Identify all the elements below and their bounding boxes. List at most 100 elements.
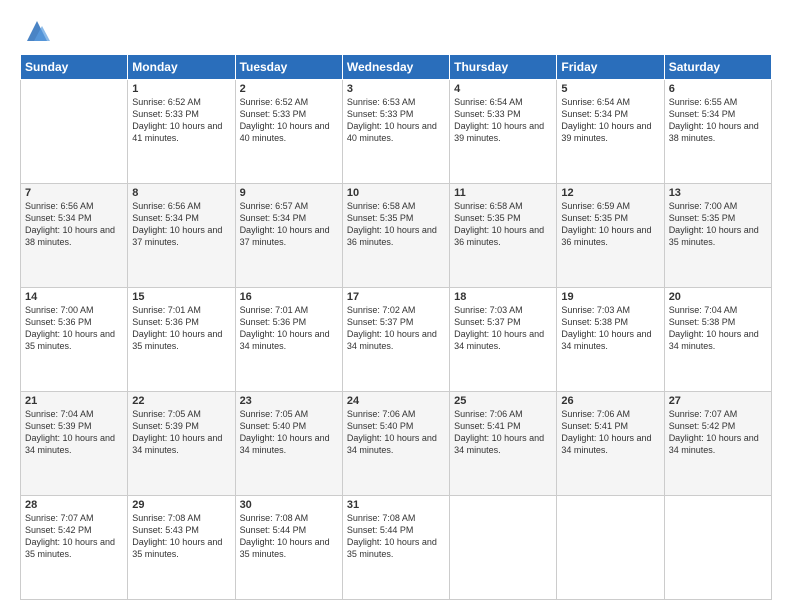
- day-info: Sunrise: 7:05 AMSunset: 5:39 PMDaylight:…: [132, 408, 230, 457]
- weekday-header: Monday: [128, 55, 235, 80]
- calendar-cell: 20Sunrise: 7:04 AMSunset: 5:38 PMDayligh…: [664, 288, 771, 392]
- day-number: 19: [561, 291, 659, 303]
- calendar-cell: 1Sunrise: 6:52 AMSunset: 5:33 PMDaylight…: [128, 80, 235, 184]
- day-number: 28: [25, 499, 123, 511]
- day-number: 22: [132, 395, 230, 407]
- calendar-cell: 30Sunrise: 7:08 AMSunset: 5:44 PMDayligh…: [235, 496, 342, 600]
- weekday-header: Tuesday: [235, 55, 342, 80]
- weekday-header: Friday: [557, 55, 664, 80]
- day-info: Sunrise: 7:07 AMSunset: 5:42 PMDaylight:…: [669, 408, 767, 457]
- day-info: Sunrise: 6:58 AMSunset: 5:35 PMDaylight:…: [347, 200, 445, 249]
- calendar-cell: 11Sunrise: 6:58 AMSunset: 5:35 PMDayligh…: [450, 184, 557, 288]
- day-number: 21: [25, 395, 123, 407]
- calendar-cell: 10Sunrise: 6:58 AMSunset: 5:35 PMDayligh…: [342, 184, 449, 288]
- calendar-table: SundayMondayTuesdayWednesdayThursdayFrid…: [20, 54, 772, 600]
- day-info: Sunrise: 7:06 AMSunset: 5:41 PMDaylight:…: [454, 408, 552, 457]
- calendar-cell: 4Sunrise: 6:54 AMSunset: 5:33 PMDaylight…: [450, 80, 557, 184]
- calendar-cell: 23Sunrise: 7:05 AMSunset: 5:40 PMDayligh…: [235, 392, 342, 496]
- day-number: 5: [561, 83, 659, 95]
- day-info: Sunrise: 7:03 AMSunset: 5:37 PMDaylight:…: [454, 304, 552, 353]
- calendar-cell: 24Sunrise: 7:06 AMSunset: 5:40 PMDayligh…: [342, 392, 449, 496]
- calendar-week-row: 28Sunrise: 7:07 AMSunset: 5:42 PMDayligh…: [21, 496, 772, 600]
- calendar-cell: 19Sunrise: 7:03 AMSunset: 5:38 PMDayligh…: [557, 288, 664, 392]
- day-info: Sunrise: 7:07 AMSunset: 5:42 PMDaylight:…: [25, 512, 123, 561]
- calendar-cell: 31Sunrise: 7:08 AMSunset: 5:44 PMDayligh…: [342, 496, 449, 600]
- calendar-week-row: 1Sunrise: 6:52 AMSunset: 5:33 PMDaylight…: [21, 80, 772, 184]
- day-info: Sunrise: 7:01 AMSunset: 5:36 PMDaylight:…: [132, 304, 230, 353]
- calendar-header-row: SundayMondayTuesdayWednesdayThursdayFrid…: [21, 55, 772, 80]
- weekday-header: Wednesday: [342, 55, 449, 80]
- day-number: 11: [454, 187, 552, 199]
- day-info: Sunrise: 6:56 AMSunset: 5:34 PMDaylight:…: [132, 200, 230, 249]
- weekday-header: Saturday: [664, 55, 771, 80]
- calendar-cell: [450, 496, 557, 600]
- calendar-cell: 3Sunrise: 6:53 AMSunset: 5:33 PMDaylight…: [342, 80, 449, 184]
- day-number: 20: [669, 291, 767, 303]
- header: [20, 16, 772, 46]
- day-info: Sunrise: 6:52 AMSunset: 5:33 PMDaylight:…: [240, 96, 338, 145]
- day-number: 2: [240, 83, 338, 95]
- day-number: 8: [132, 187, 230, 199]
- day-info: Sunrise: 7:06 AMSunset: 5:41 PMDaylight:…: [561, 408, 659, 457]
- calendar-cell: 21Sunrise: 7:04 AMSunset: 5:39 PMDayligh…: [21, 392, 128, 496]
- day-number: 23: [240, 395, 338, 407]
- calendar-cell: 16Sunrise: 7:01 AMSunset: 5:36 PMDayligh…: [235, 288, 342, 392]
- day-info: Sunrise: 6:54 AMSunset: 5:33 PMDaylight:…: [454, 96, 552, 145]
- calendar-week-row: 21Sunrise: 7:04 AMSunset: 5:39 PMDayligh…: [21, 392, 772, 496]
- day-number: 26: [561, 395, 659, 407]
- day-number: 12: [561, 187, 659, 199]
- day-number: 17: [347, 291, 445, 303]
- page: SundayMondayTuesdayWednesdayThursdayFrid…: [0, 0, 792, 612]
- day-number: 14: [25, 291, 123, 303]
- day-number: 18: [454, 291, 552, 303]
- calendar-cell: [557, 496, 664, 600]
- weekday-header: Sunday: [21, 55, 128, 80]
- day-number: 13: [669, 187, 767, 199]
- day-number: 10: [347, 187, 445, 199]
- day-info: Sunrise: 6:59 AMSunset: 5:35 PMDaylight:…: [561, 200, 659, 249]
- calendar-cell: 26Sunrise: 7:06 AMSunset: 5:41 PMDayligh…: [557, 392, 664, 496]
- logo-icon: [22, 16, 52, 46]
- day-info: Sunrise: 7:04 AMSunset: 5:38 PMDaylight:…: [669, 304, 767, 353]
- calendar-cell: 8Sunrise: 6:56 AMSunset: 5:34 PMDaylight…: [128, 184, 235, 288]
- calendar-cell: 6Sunrise: 6:55 AMSunset: 5:34 PMDaylight…: [664, 80, 771, 184]
- day-info: Sunrise: 6:57 AMSunset: 5:34 PMDaylight:…: [240, 200, 338, 249]
- calendar-cell: 9Sunrise: 6:57 AMSunset: 5:34 PMDaylight…: [235, 184, 342, 288]
- day-info: Sunrise: 7:05 AMSunset: 5:40 PMDaylight:…: [240, 408, 338, 457]
- day-info: Sunrise: 7:00 AMSunset: 5:36 PMDaylight:…: [25, 304, 123, 353]
- day-number: 30: [240, 499, 338, 511]
- calendar-cell: 28Sunrise: 7:07 AMSunset: 5:42 PMDayligh…: [21, 496, 128, 600]
- day-info: Sunrise: 6:54 AMSunset: 5:34 PMDaylight:…: [561, 96, 659, 145]
- day-info: Sunrise: 7:08 AMSunset: 5:44 PMDaylight:…: [240, 512, 338, 561]
- calendar-cell: 25Sunrise: 7:06 AMSunset: 5:41 PMDayligh…: [450, 392, 557, 496]
- day-info: Sunrise: 7:08 AMSunset: 5:43 PMDaylight:…: [132, 512, 230, 561]
- calendar-cell: 2Sunrise: 6:52 AMSunset: 5:33 PMDaylight…: [235, 80, 342, 184]
- calendar-cell: 12Sunrise: 6:59 AMSunset: 5:35 PMDayligh…: [557, 184, 664, 288]
- day-number: 24: [347, 395, 445, 407]
- day-info: Sunrise: 7:02 AMSunset: 5:37 PMDaylight:…: [347, 304, 445, 353]
- day-number: 6: [669, 83, 767, 95]
- calendar-cell: 14Sunrise: 7:00 AMSunset: 5:36 PMDayligh…: [21, 288, 128, 392]
- day-info: Sunrise: 7:00 AMSunset: 5:35 PMDaylight:…: [669, 200, 767, 249]
- day-info: Sunrise: 7:08 AMSunset: 5:44 PMDaylight:…: [347, 512, 445, 561]
- day-info: Sunrise: 6:55 AMSunset: 5:34 PMDaylight:…: [669, 96, 767, 145]
- day-info: Sunrise: 6:52 AMSunset: 5:33 PMDaylight:…: [132, 96, 230, 145]
- day-number: 15: [132, 291, 230, 303]
- day-info: Sunrise: 6:53 AMSunset: 5:33 PMDaylight:…: [347, 96, 445, 145]
- calendar-cell: 5Sunrise: 6:54 AMSunset: 5:34 PMDaylight…: [557, 80, 664, 184]
- calendar-cell: 22Sunrise: 7:05 AMSunset: 5:39 PMDayligh…: [128, 392, 235, 496]
- day-number: 25: [454, 395, 552, 407]
- weekday-header: Thursday: [450, 55, 557, 80]
- calendar-week-row: 7 Sunrise: 6:56 AMSunset: 5:34 PMDaylight…: [21, 184, 772, 288]
- day-number: 31: [347, 499, 445, 511]
- day-number: 7: [25, 187, 123, 199]
- day-number: 16: [240, 291, 338, 303]
- day-number: 27: [669, 395, 767, 407]
- day-number: 9: [240, 187, 338, 199]
- day-info: Sunrise: 7:06 AMSunset: 5:40 PMDaylight:…: [347, 408, 445, 457]
- day-number: 29: [132, 499, 230, 511]
- logo: [20, 16, 52, 46]
- calendar-cell: [21, 80, 128, 184]
- day-number: 4: [454, 83, 552, 95]
- calendar-cell: [664, 496, 771, 600]
